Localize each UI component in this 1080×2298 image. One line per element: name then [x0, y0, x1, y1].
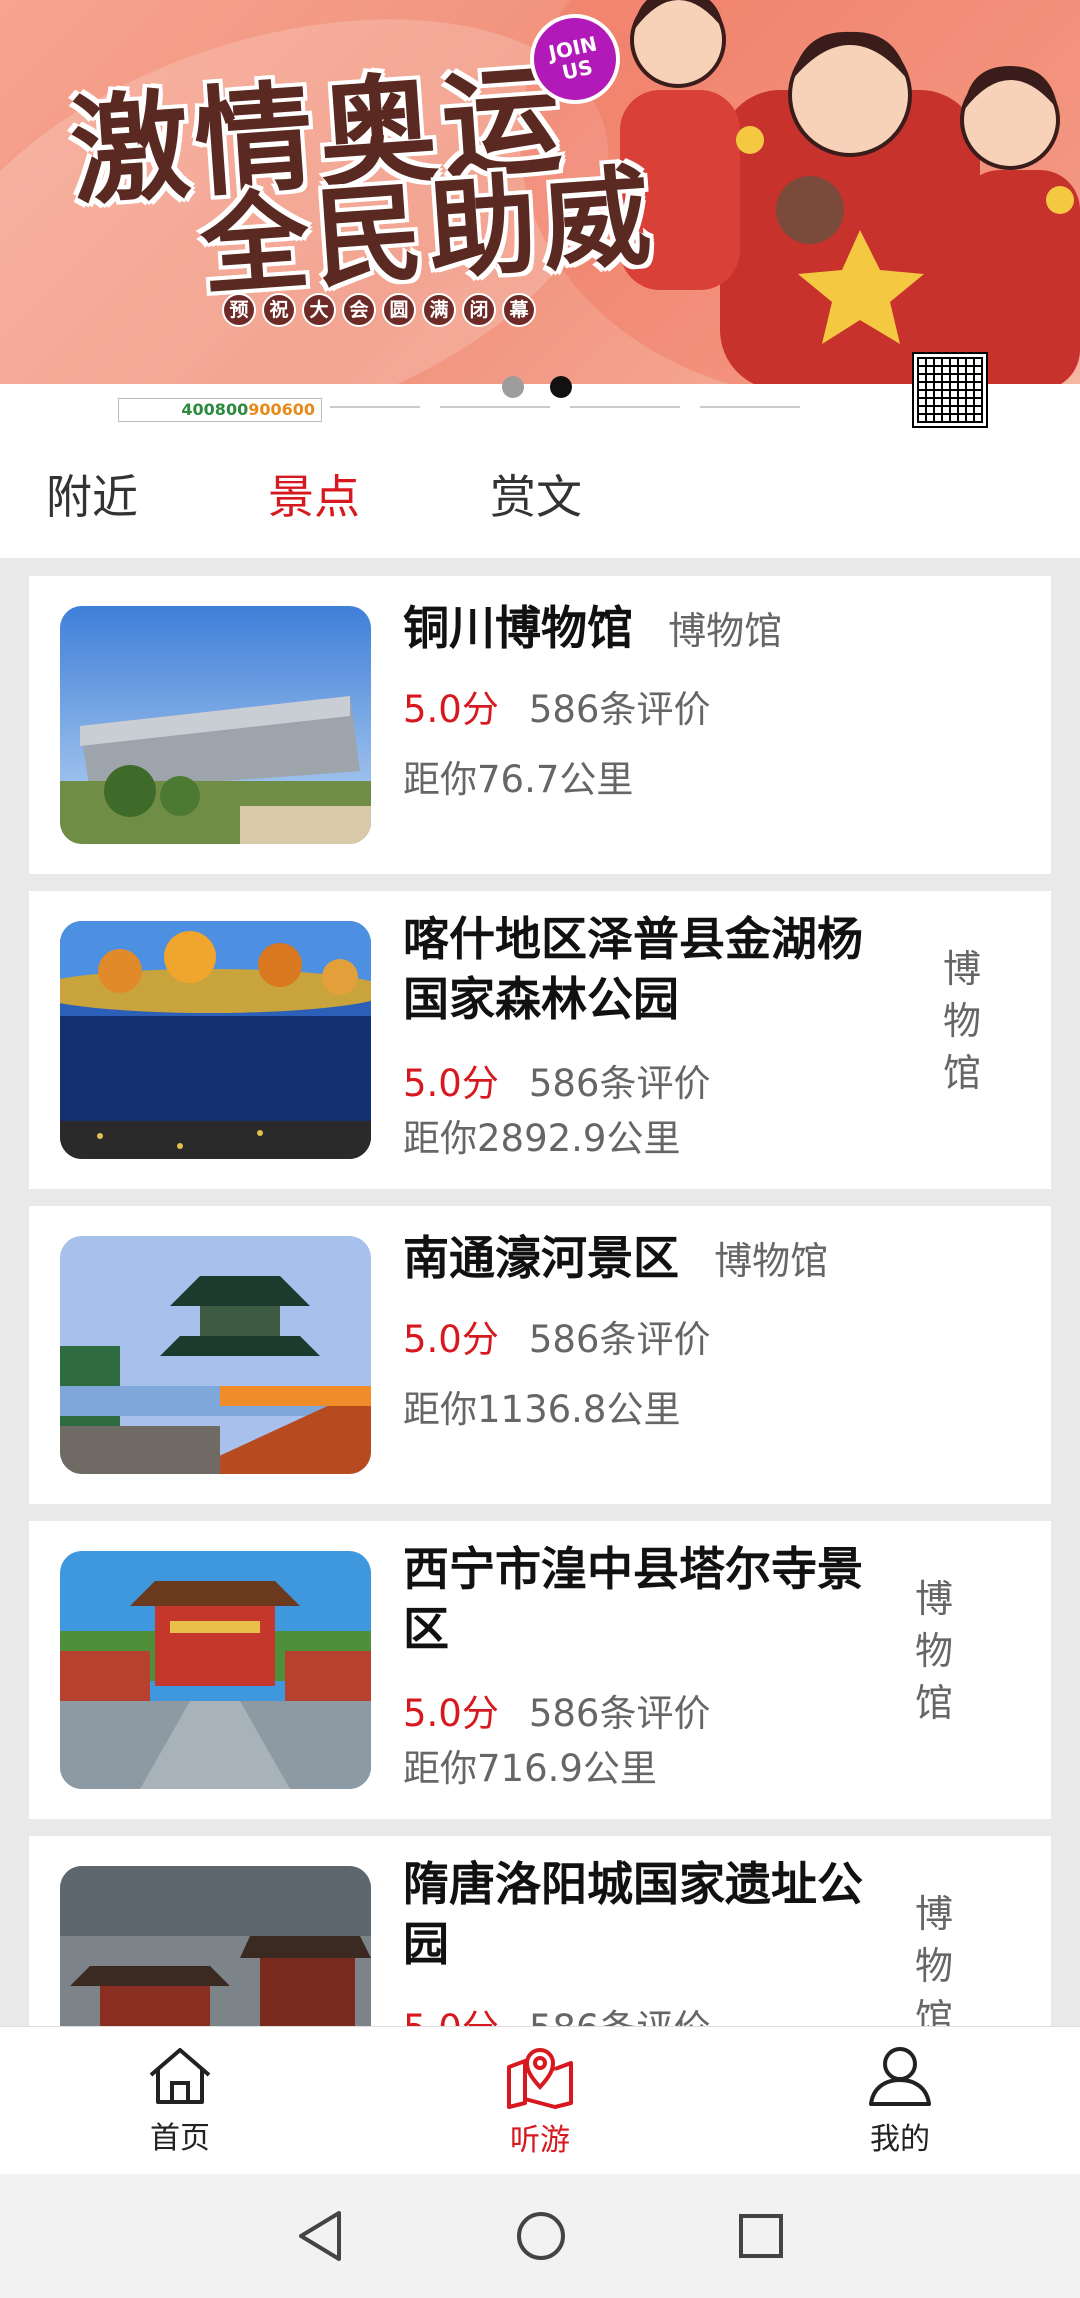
spot-category: 博物馆: [943, 947, 982, 1095]
spot-distance: 距你2892.9公里: [403, 1117, 681, 1160]
hotline-number: 400800900600: [118, 398, 322, 422]
spot-thumbnail: [60, 1551, 371, 1789]
nav-profile-label: 我的: [870, 2122, 930, 2157]
spot-info: 西宁市湟中县塔尔寺景区 博物馆 5.0分 586条评价 距你716.9公里: [403, 1521, 1043, 1819]
spot-info: 隋唐洛阳城国家遗址公园 博物馆 5.0分 586条评价: [403, 1836, 1043, 2026]
spot-score: 5.0分: [403, 688, 499, 731]
carousel-indicator: [502, 376, 572, 398]
spot-card[interactable]: 铜川博物馆 博物馆 5.0分 586条评价 距你76.7公里: [29, 576, 1051, 874]
banner-subtitle: 预 祝 大 会 圆 满 闭 幕: [222, 293, 536, 327]
spot-name: 南通濠河景区: [403, 1231, 679, 1285]
user-icon: [869, 2047, 931, 2106]
spot-distance: 距你1136.8公里: [403, 1388, 681, 1431]
fineprint-line: [570, 406, 680, 408]
spot-reviews: 586条评价: [529, 2007, 711, 2026]
fineprint-line: [330, 406, 420, 408]
banner-illustration: [600, 0, 1080, 390]
spot-distance: 距你76.7公里: [403, 758, 634, 801]
spot-reviews: 586条评价: [528, 1318, 711, 1361]
spot-thumbnail: [60, 1866, 371, 2026]
spot-category: 博物馆: [915, 1892, 954, 2026]
spot-name: 隋唐洛阳城国家遗址公园: [403, 1857, 863, 1971]
nav-listen-tour-label: 听游: [510, 2123, 570, 2158]
nav-home-label: 首页: [150, 2121, 210, 2156]
spot-name: 喀什地区泽普县金湖杨国家森林公园: [403, 912, 863, 1026]
banner-title-line2: 全民助威: [196, 154, 661, 311]
spot-distance: 距你716.9公里: [403, 1747, 657, 1790]
nav-profile[interactable]: 我的: [720, 2027, 1080, 2175]
spot-thumbnail: [60, 921, 371, 1159]
qr-code: [912, 352, 988, 428]
spot-category: 博物馆: [714, 1239, 829, 1283]
subtitle-char: 会: [342, 293, 376, 327]
spot-reviews: 586条评价: [528, 1062, 711, 1105]
fineprint-line: [700, 406, 800, 408]
subtitle-char: 闭: [462, 293, 496, 327]
subtitle-char: 圆: [382, 293, 416, 327]
back-icon[interactable]: [295, 2209, 345, 2263]
spot-name: 西宁市湟中县塔尔寺景区: [403, 1542, 863, 1656]
recents-icon[interactable]: [737, 2212, 785, 2260]
subtitle-char: 祝: [262, 293, 296, 327]
carousel-dot[interactable]: [502, 376, 524, 398]
spot-info: 铜川博物馆 博物馆 5.0分 586条评价 距你76.7公里: [403, 576, 1043, 874]
category-tabs: 附近 景点 赏文: [0, 430, 1080, 558]
tab-literature[interactable]: 赏文: [490, 461, 582, 527]
subtitle-char: 大: [302, 293, 336, 327]
nav-home[interactable]: 首页: [0, 2027, 360, 2175]
spot-reviews: 586条评价: [528, 1692, 711, 1735]
bottom-nav: 首页 听游 我的: [0, 2026, 1080, 2175]
promo-banner[interactable]: 激情奥运 全民助威 JOIN US 预 祝 大 会 圆 满 闭 幕 400800…: [0, 0, 1080, 430]
subtitle-char: 满: [422, 293, 456, 327]
spot-thumbnail: [60, 1236, 371, 1474]
home-icon: [149, 2048, 211, 2104]
tab-scenic-spots[interactable]: 景点: [268, 461, 360, 527]
spot-score: 5.0分: [403, 1692, 499, 1735]
system-nav-bar: [0, 2174, 1080, 2298]
spot-category: 博物馆: [668, 609, 783, 653]
spot-score: 5.0分: [403, 1318, 499, 1361]
spot-name: 铜川博物馆: [403, 601, 633, 655]
subtitle-char: 预: [222, 293, 256, 327]
spot-category: 博物馆: [915, 1577, 954, 1725]
spot-info: 喀什地区泽普县金湖杨国家森林公园 博物馆 5.0分 586条评价 距你2892.9…: [403, 891, 1043, 1189]
fineprint-line: [440, 406, 550, 408]
tab-nearby[interactable]: 附近: [46, 461, 138, 527]
spot-info: 南通濠河景区 博物馆 5.0分 586条评价 距你1136.8公里: [403, 1206, 1043, 1504]
spot-reviews: 586条评价: [528, 688, 711, 731]
nav-listen-tour[interactable]: 听游: [360, 2027, 720, 2175]
home-circle-icon[interactable]: [515, 2210, 567, 2262]
map-pin-icon: [507, 2048, 573, 2109]
spot-thumbnail: [60, 606, 371, 844]
spot-score: 5.0分: [403, 1062, 499, 1105]
spot-card[interactable]: 南通濠河景区 博物馆 5.0分 586条评价 距你1136.8公里: [29, 1206, 1051, 1504]
subtitle-char: 幕: [502, 293, 536, 327]
carousel-dot-active[interactable]: [550, 376, 572, 398]
spot-card[interactable]: 西宁市湟中县塔尔寺景区 博物馆 5.0分 586条评价 距你716.9公里: [29, 1521, 1051, 1819]
spot-card[interactable]: 喀什地区泽普县金湖杨国家森林公园 博物馆 5.0分 586条评价 距你2892.9…: [29, 891, 1051, 1189]
spot-card[interactable]: 隋唐洛阳城国家遗址公园 博物馆 5.0分 586条评价: [29, 1836, 1051, 2026]
spot-score: 5.0分: [403, 2007, 499, 2026]
